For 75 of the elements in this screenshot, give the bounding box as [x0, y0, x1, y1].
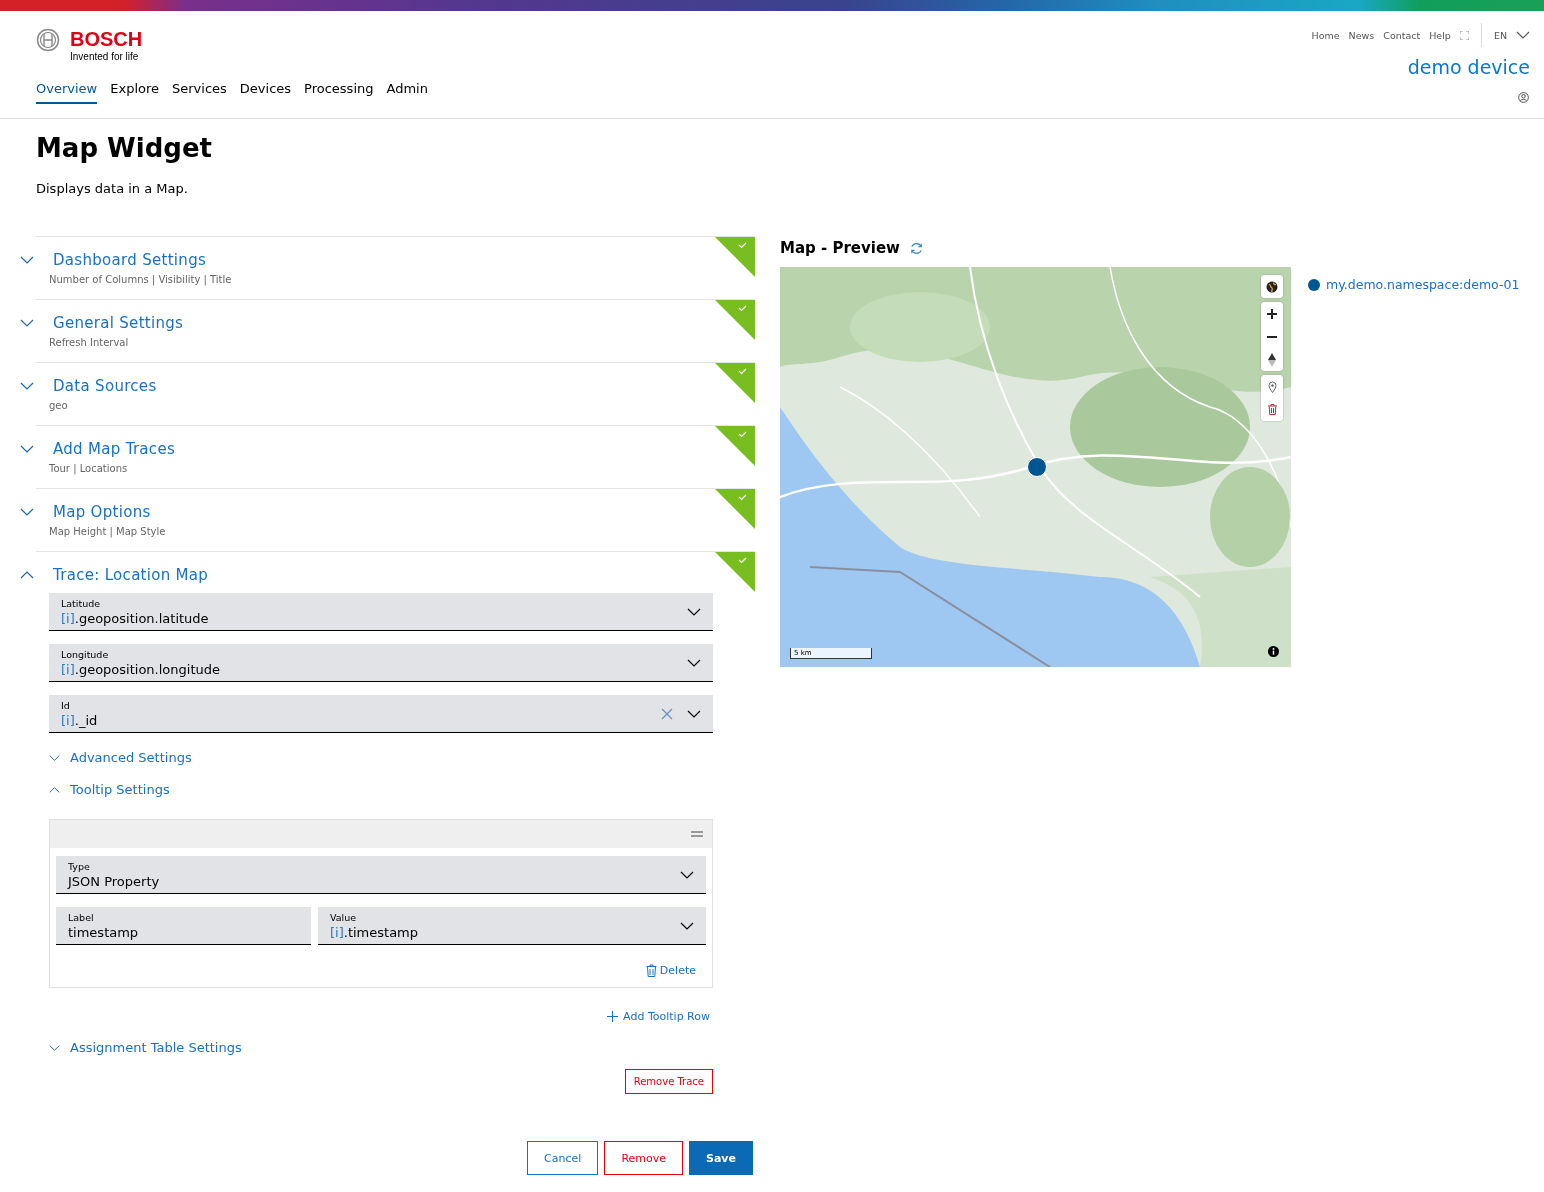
section-summary: geo — [49, 400, 69, 411]
field-label: Longitude — [61, 649, 110, 660]
trash-icon — [645, 964, 657, 977]
logo-icon — [36, 28, 60, 52]
field-value: [i]._id — [61, 713, 99, 728]
nav-tab[interactable]: Processing — [304, 81, 374, 104]
chevron-down-icon — [680, 870, 694, 879]
nav-tab[interactable]: Explore — [110, 81, 159, 104]
field-value: JSON Property — [68, 874, 161, 889]
save-button[interactable]: Save — [689, 1141, 753, 1175]
select-field[interactable]: Value [i].timestamp — [318, 907, 706, 945]
brand-name: BOSCH — [70, 28, 143, 50]
field-value: [i].geoposition.latitude — [61, 611, 210, 626]
select-field[interactable]: Type JSON Property — [56, 856, 706, 894]
nav-tab[interactable]: Overview — [36, 81, 98, 104]
header-link[interactable]: Contact — [1383, 29, 1421, 41]
section-title[interactable]: Data Sources — [53, 377, 157, 395]
compass-icon[interactable] — [1261, 348, 1283, 371]
select-field[interactable]: Longitude [i].geoposition.longitude — [49, 644, 713, 682]
refresh-icon[interactable] — [909, 240, 924, 256]
field-label: Latitude — [61, 598, 102, 609]
section-title[interactable]: General Settings — [53, 314, 184, 332]
remove-trace-button[interactable]: Remove Trace — [624, 1069, 713, 1094]
section-title[interactable]: Add Map Traces — [53, 440, 176, 458]
header-link[interactable]: News — [1348, 29, 1375, 41]
chevron-down-icon — [1516, 31, 1530, 39]
page-description: Displays data in a Map. — [36, 181, 189, 196]
section-summary: Number of Columns | Visibility | Title — [49, 274, 233, 285]
section-summary: Tour | Locations — [49, 463, 129, 474]
select-field[interactable]: Latitude [i].geoposition.latitude — [49, 593, 713, 631]
section-title[interactable]: Map Options — [53, 503, 151, 521]
section-summary: Map Height | Map Style — [49, 526, 167, 537]
subsection-title[interactable]: Tooltip Settings — [70, 782, 170, 797]
nav-tab[interactable]: Devices — [239, 81, 292, 104]
info-icon[interactable] — [1268, 646, 1279, 657]
field-value: timestamp — [68, 925, 140, 940]
text-field[interactable]: Label timestamp — [56, 907, 311, 945]
page-title: Map Widget — [36, 133, 213, 163]
close-icon[interactable] — [661, 707, 673, 720]
chevron-down-icon — [687, 607, 701, 616]
language-selector[interactable]: EN — [1493, 29, 1507, 41]
subsection-title[interactable]: Advanced Settings — [70, 750, 192, 765]
chevron-down-icon — [687, 658, 701, 667]
header-link[interactable]: Help — [1429, 29, 1451, 41]
cancel-button[interactable]: Cancel — [527, 1141, 599, 1175]
section-title[interactable]: Trace: Location Map — [53, 566, 209, 584]
field-value: [i].timestamp — [330, 925, 420, 940]
pin-icon[interactable] — [1261, 375, 1283, 398]
field-label: Type — [68, 861, 91, 872]
drag-handle-icon[interactable] — [691, 831, 703, 837]
user-icon[interactable] — [1518, 92, 1529, 103]
remove-button[interactable]: Remove — [604, 1141, 683, 1175]
zoom-in-icon[interactable] — [1261, 302, 1283, 325]
trash-icon[interactable] — [1261, 398, 1283, 421]
section-summary: Refresh Interval — [49, 337, 130, 348]
select-field[interactable]: Id [i]._id — [49, 695, 713, 733]
field-label: Id — [61, 700, 71, 711]
field-label: Value — [330, 912, 358, 923]
legend-label[interactable]: my.demo.namespace:demo-01 — [1326, 277, 1520, 292]
chevron-down-icon — [680, 921, 694, 930]
field-value: [i].geoposition.longitude — [61, 662, 221, 677]
chevron-down-icon — [687, 709, 701, 718]
header-link[interactable]: Home — [1311, 29, 1340, 41]
add-row-button[interactable]: Add Tooltip Row — [607, 1010, 710, 1023]
delete-button[interactable]: Delete — [645, 964, 696, 977]
preview-title: Map - Preview — [780, 239, 900, 257]
nav-tab[interactable]: Services — [172, 81, 227, 104]
plus-icon — [607, 1011, 619, 1022]
device-name: demo device — [1407, 56, 1530, 78]
field-label: Label — [68, 912, 95, 923]
nav-tab[interactable]: Admin — [386, 81, 428, 104]
brand-tagline: Invented for life — [70, 51, 140, 62]
section-title[interactable]: Dashboard Settings — [53, 251, 207, 269]
globe-icon[interactable] — [1261, 275, 1283, 298]
subsection-title[interactable]: Assignment Table Settings — [70, 1040, 242, 1055]
